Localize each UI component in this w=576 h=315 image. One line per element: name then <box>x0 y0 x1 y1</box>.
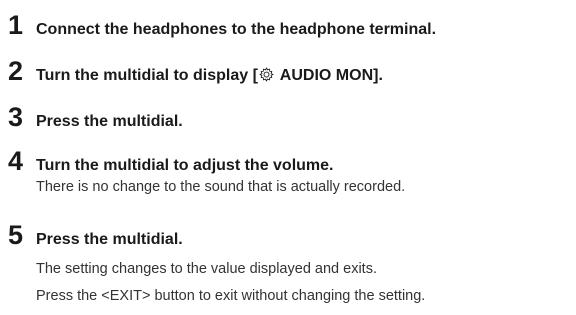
step-title-part: Turn the multidial to display [ <box>36 67 258 84</box>
step-2: 2 Turn the multidial to display [ AUDIO … <box>8 58 383 85</box>
step-title: Connect the headphones to the headphone … <box>36 21 437 38</box>
step-title: Press the multidial. <box>36 231 183 248</box>
step-4: 4 Turn the multidial to adjust the volum… <box>8 148 334 175</box>
step-number: 1 <box>8 10 24 40</box>
step-1: 1 Connect the headphones to the headphon… <box>8 12 436 39</box>
step-note: There is no change to the sound that is … <box>36 179 406 195</box>
step-3: 3 Press the multidial. <box>8 104 183 131</box>
step-5: 5 Press the multidial. <box>8 222 183 249</box>
instruction-document: 1 Connect the headphones to the headphon… <box>0 0 576 315</box>
step-number: 2 <box>8 56 24 86</box>
step-title: Turn the multidial to display [ AUDIO MO… <box>36 67 383 84</box>
step-note: The setting changes to the value display… <box>36 261 377 277</box>
step-title: Turn the multidial to adjust the volume. <box>36 157 334 174</box>
step-number: 3 <box>8 102 24 132</box>
step-title-part: AUDIO MON]. <box>275 67 383 84</box>
step-number: 5 <box>8 220 24 250</box>
gear-settings-icon <box>259 67 274 82</box>
step-number: 4 <box>8 146 24 176</box>
step-note: Press the <EXIT> button to exit without … <box>36 288 426 304</box>
step-title: Press the multidial. <box>36 113 183 130</box>
